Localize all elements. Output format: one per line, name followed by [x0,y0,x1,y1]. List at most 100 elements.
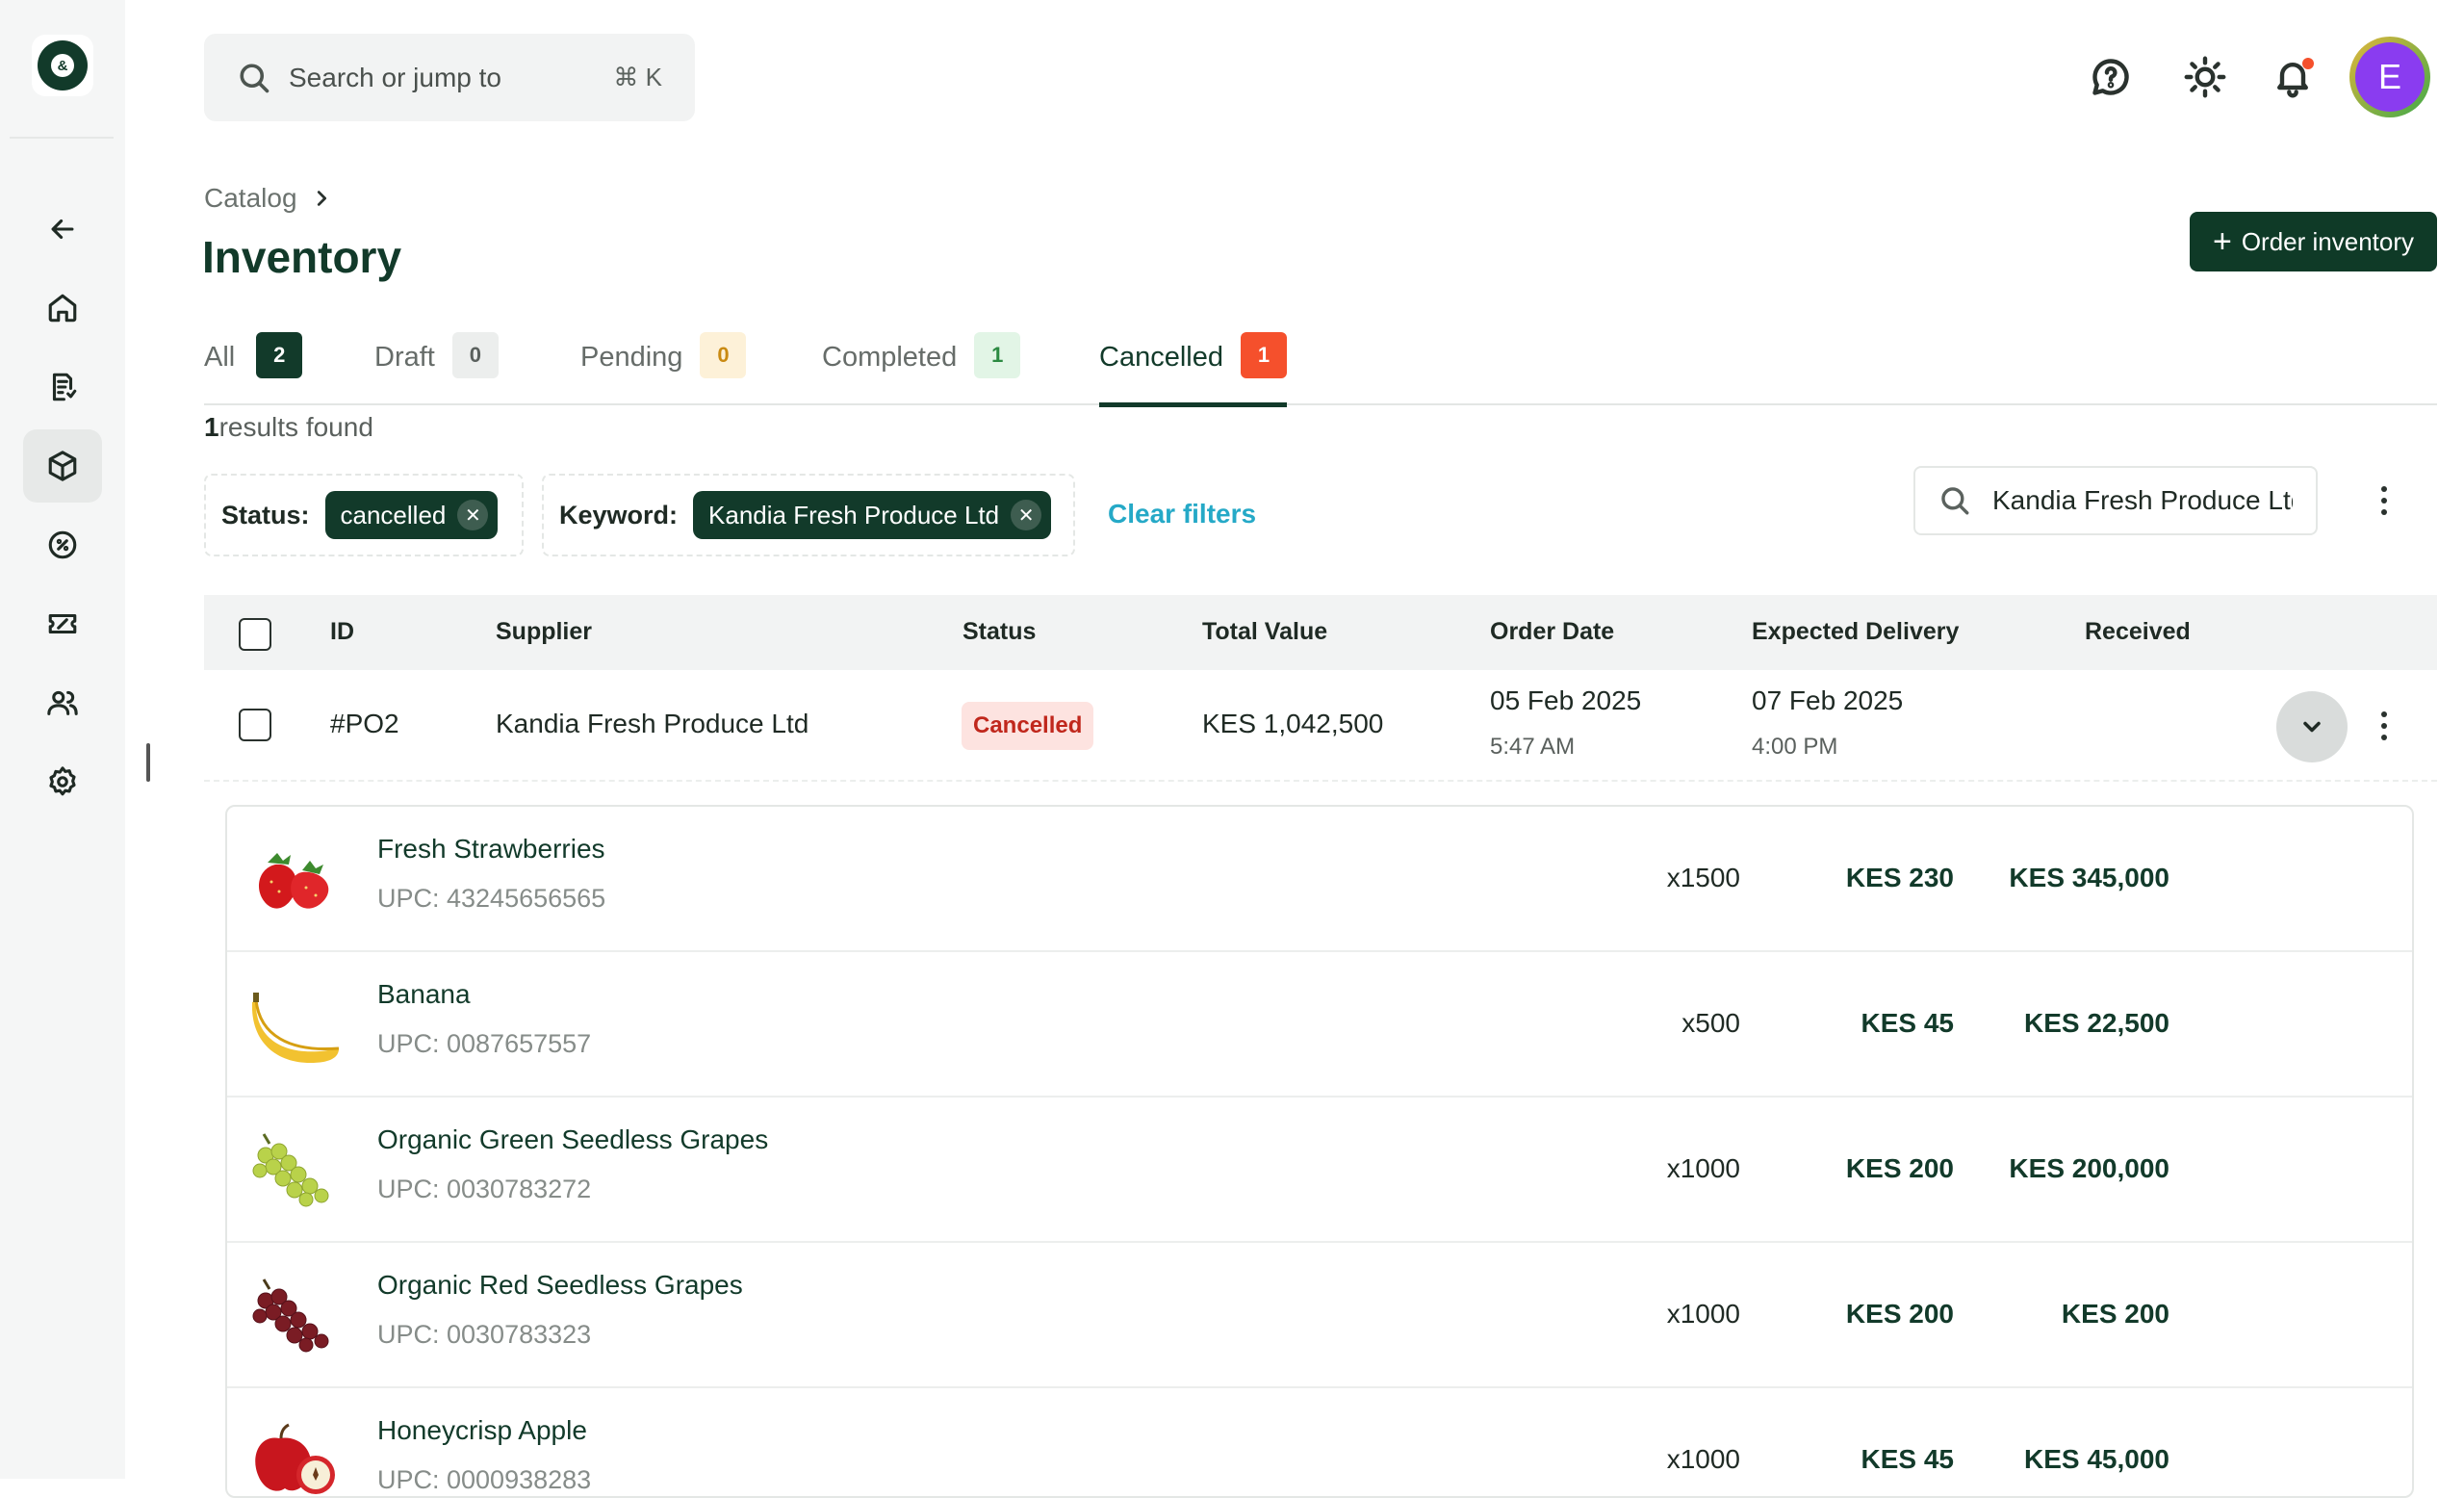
item-name: Organic Green Seedless Grapes [377,1124,769,1154]
notification-dot [2302,58,2314,69]
row-expected-time: 4:00 PM [1752,734,1838,760]
item-total: KES 22,500 [2024,1008,2169,1038]
item-unit-price: KES 45 [1861,1444,1955,1474]
tab-all[interactable]: All 2 [204,332,303,405]
notifications-button[interactable] [2272,56,2314,98]
sidebar-item-discounts[interactable] [23,508,102,581]
tab-label: Draft [374,342,435,373]
sidebar-item-orders[interactable] [23,350,102,424]
discount-badge-icon [48,530,77,559]
sun-icon [2184,56,2226,98]
item-name: Fresh Strawberries [377,834,605,864]
tab-label: All [204,342,236,373]
column-header-supplier[interactable]: Supplier [496,618,592,646]
sidebar-item-coupons[interactable] [23,587,102,660]
page-title: Inventory [202,232,402,282]
list-item: Organic Red Seedless Grapes UPC: 0030783… [227,1243,2412,1388]
row-total-value: KES 1,042,500 [1202,709,1384,738]
column-header-total-value[interactable]: Total Value [1202,618,1327,646]
list-item: Honeycrisp Apple UPC: 0000938283 x1000 K… [227,1388,2412,1496]
chevron-down-icon [2303,721,2321,733]
status-filter-chip[interactable]: cancelled ✕ [324,491,499,539]
select-all-checkbox[interactable] [239,618,271,651]
list-item: Organic Green Seedless Grapes UPC: 00307… [227,1098,2412,1243]
breadcrumb-catalog-link[interactable]: Catalog [204,183,297,214]
strawberry-icon [258,853,329,909]
help-chat-icon [2092,59,2129,95]
item-quantity: x1500 [1666,863,1740,892]
plus-icon: + [2212,223,2232,260]
column-header-received[interactable]: Received [2085,618,2191,646]
row-supplier: Kandia Fresh Produce Ltd [496,709,809,738]
receipt-icon [52,373,77,401]
item-unit-price: KES 200 [1845,1299,1954,1329]
home-icon [48,294,77,323]
tab-count-badge: 0 [700,332,747,378]
sidebar-item-inventory[interactable] [23,429,102,503]
item-quantity: x1000 [1666,1153,1740,1183]
item-upc: UPC: 0030783272 [377,1175,592,1203]
tab-completed[interactable]: Completed 1 [822,332,1021,405]
status-filter-value: cancelled [340,500,447,529]
row-options-kebab-icon[interactable] [2365,707,2403,745]
row-expand-button[interactable] [2276,691,2348,762]
keyword-filter: Keyword: Kandia Fresh Produce Ltd ✕ [542,474,1075,556]
ticket-icon [48,613,77,634]
search-shortcut: ⌘ K [613,63,662,91]
tab-pending[interactable]: Pending 0 [580,332,747,405]
item-quantity: x500 [1681,1008,1740,1038]
gear-icon [49,766,76,796]
users-icon [47,690,78,715]
sidebar-resize-handle[interactable] [146,743,150,782]
tab-draft[interactable]: Draft 0 [374,332,499,405]
keyword-filter-chip[interactable]: Kandia Fresh Produce Ltd ✕ [693,491,1052,539]
column-header-id[interactable]: ID [330,618,354,646]
remove-filter-icon[interactable]: ✕ [1011,500,1042,530]
sidebar-item-home[interactable] [23,271,102,345]
theme-toggle-button[interactable] [2184,56,2226,98]
help-button[interactable] [2090,56,2132,98]
tab-count-badge: 1 [974,332,1021,378]
box-icon [48,451,77,481]
item-quantity: x1000 [1666,1444,1740,1474]
tab-label: Completed [822,342,958,373]
app-logo[interactable]: & [32,35,93,96]
user-avatar[interactable]: E [2349,37,2430,117]
column-header-expected-delivery[interactable]: Expected Delivery [1752,618,1959,646]
order-inventory-button[interactable]: + Order inventory [2190,212,2437,271]
arrow-left-icon [51,219,74,240]
order-items-panel: Fresh Strawberries UPC: 43245656565 x150… [225,805,2414,1498]
collapse-sidebar-button[interactable] [23,193,102,266]
sidebar-item-settings[interactable] [23,745,102,818]
tab-label: Pending [580,342,683,373]
results-number: 1 [204,412,219,442]
results-count: 1results found [204,412,373,443]
table-search-input[interactable]: Kandia Fresh Produce Ltd [1913,466,2318,535]
clear-filters-link[interactable]: Clear filters [1108,499,1256,529]
sidebar-divider [10,137,114,139]
column-header-status[interactable]: Status [962,618,1036,646]
breadcrumb: Catalog [204,183,332,214]
table-row[interactable]: #PO2 Kandia Fresh Produce Ltd Cancelled … [204,670,2437,782]
item-quantity: x1000 [1666,1299,1740,1329]
tab-cancelled[interactable]: Cancelled 1 [1099,332,1287,407]
global-search[interactable]: Search or jump to ⌘ K [204,34,695,121]
row-order-time: 5:47 AM [1490,734,1576,760]
status-filter: Status: cancelled ✕ [204,474,524,556]
row-checkbox[interactable] [239,709,271,741]
status-badge: Cancelled [962,702,1094,750]
apple-icon [255,1423,335,1494]
sidebar-item-customers[interactable] [23,666,102,739]
column-header-order-date[interactable]: Order Date [1490,618,1614,646]
tab-count-badge: 1 [1240,332,1287,378]
red-grapes-icon [252,1278,329,1353]
item-total: KES 200,000 [2009,1153,2169,1183]
remove-filter-icon[interactable]: ✕ [457,500,489,530]
row-id[interactable]: #PO2 [330,709,399,739]
keyword-filter-value: Kandia Fresh Produce Ltd [708,500,1000,529]
table-options-kebab-icon[interactable] [2365,481,2403,520]
search-icon [1941,487,1969,515]
item-unit-price: KES 230 [1845,863,1954,892]
item-upc: UPC: 0000938283 [377,1465,592,1494]
tab-count-badge: 2 [256,332,303,378]
